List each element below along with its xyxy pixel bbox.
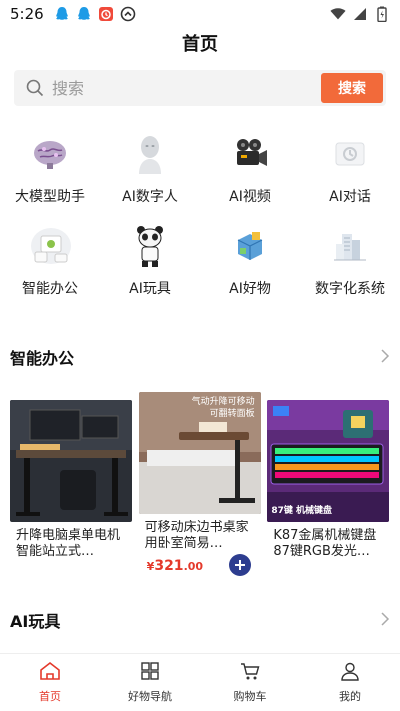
tab-label: 首页 — [39, 690, 61, 703]
wifi-icon — [330, 6, 346, 22]
search-input[interactable] — [52, 70, 322, 106]
qq-icon — [54, 6, 70, 22]
product-card[interactable]: 气动升降可移动 可翻转面板 可移动床边书桌家用卧室简易… ¥ 321 .00 — [138, 392, 262, 576]
goods-icon — [226, 222, 274, 270]
section-title: 智能办公 — [10, 349, 75, 368]
bottom-tab-bar: 首页 好物导航 购物车 我的 — [0, 653, 400, 711]
status-system-icons — [330, 6, 390, 22]
category-ai-chat[interactable]: AI对话 — [300, 130, 400, 206]
badge-line: 可翻转面板 — [209, 409, 255, 419]
signal-icon — [352, 6, 368, 22]
product-card[interactable]: 升降电脑桌单电机智能站立式… — [10, 400, 133, 574]
tab-label: 好物导航 — [128, 690, 172, 703]
price-symbol: ¥ — [146, 560, 155, 573]
tab-home[interactable]: 首页 — [0, 654, 100, 711]
category-digital-system[interactable]: 数字化系统 — [300, 222, 400, 298]
chevron-right-icon[interactable] — [380, 610, 390, 631]
product-card[interactable]: 87键 机械键盘 K87金属机械键盘87键RGB发光… — [267, 400, 391, 574]
status-notifications — [54, 6, 136, 22]
category-smart-office[interactable]: 智能办公 — [0, 222, 100, 298]
search-icon — [26, 79, 44, 101]
product-image[interactable] — [10, 400, 132, 522]
price-int: 321 — [154, 558, 184, 574]
app-circle-icon — [120, 6, 136, 22]
product-list: 升降电脑桌单电机智能站立式… 气动升降可移动 可翻转面板 可移动床边书桌家用卧室… — [10, 392, 391, 576]
category-label: AI视频 — [229, 189, 271, 205]
section-header-toys[interactable]: AI玩具 — [10, 608, 390, 632]
tab-label: 我的 — [339, 690, 361, 703]
tab-profile[interactable]: 我的 — [300, 654, 400, 711]
toy-robot-icon — [126, 222, 174, 270]
category-label: AI数字人 — [122, 189, 178, 205]
search-bar[interactable]: 搜索 — [14, 70, 386, 106]
category-label: AI玩具 — [129, 281, 171, 297]
chevron-right-icon[interactable] — [380, 347, 390, 368]
category-ai-digital-human[interactable]: AI数字人 — [100, 130, 200, 206]
product-badge: 气动升降可移动 可翻转面板 — [192, 396, 255, 420]
user-icon — [340, 661, 360, 685]
alarm-app-icon — [98, 6, 114, 22]
digital-human-icon — [126, 130, 174, 178]
chat-icon — [326, 130, 374, 178]
tab-goods-nav[interactable]: 好物导航 — [100, 654, 200, 711]
search-button[interactable]: 搜索 — [321, 73, 383, 103]
video-camera-icon — [226, 130, 274, 178]
tab-label: 购物车 — [233, 690, 267, 703]
category-label: AI好物 — [229, 281, 271, 297]
category-llm-assistant[interactable]: 大模型助手 — [0, 130, 100, 206]
status-bar: 5:26 — [0, 0, 400, 28]
product-name: 可移动床边书桌家用卧室简易… — [144, 520, 249, 551]
category-ai-goods[interactable]: AI好物 — [200, 222, 300, 298]
product-name: K87金属机械键盘87键RGB发光… — [273, 528, 377, 559]
category-label: 数字化系统 — [315, 281, 385, 297]
home-icon — [39, 661, 61, 685]
status-time: 5:26 — [10, 5, 44, 23]
page-title: 首页 — [182, 34, 218, 55]
category-ai-toys[interactable]: AI玩具 — [100, 222, 200, 298]
qq-icon — [76, 6, 92, 22]
brain-icon — [26, 130, 74, 178]
digital-system-icon — [326, 222, 374, 270]
category-ai-video[interactable]: AI视频 — [200, 130, 300, 206]
battery-icon — [374, 6, 390, 22]
product-name: 升降电脑桌单电机智能站立式… — [16, 528, 121, 559]
section-title: AI玩具 — [10, 612, 61, 631]
category-label: 智能办公 — [22, 281, 78, 297]
category-label: 大模型助手 — [15, 189, 85, 205]
category-grid: 大模型助手 AI数字人 AI视频 AI对话 智能办公 AI玩具 AI好物 数字化… — [0, 130, 400, 298]
section-header-office[interactable]: 智能办公 — [10, 345, 390, 369]
product-banner: 87键 机械键盘 — [271, 506, 333, 516]
category-label: AI对话 — [329, 189, 371, 205]
grid-icon — [140, 661, 160, 685]
product-image[interactable]: 87键 机械键盘 — [267, 400, 390, 522]
badge-line: 气动升降可移动 — [191, 397, 255, 407]
smart-office-icon — [26, 222, 74, 270]
plus-icon — [235, 560, 246, 570]
product-image[interactable]: 气动升降可移动 可翻转面板 — [138, 392, 261, 514]
price-frac: .00 — [183, 560, 204, 573]
tab-cart[interactable]: 购物车 — [200, 654, 300, 711]
cart-icon — [239, 661, 261, 685]
